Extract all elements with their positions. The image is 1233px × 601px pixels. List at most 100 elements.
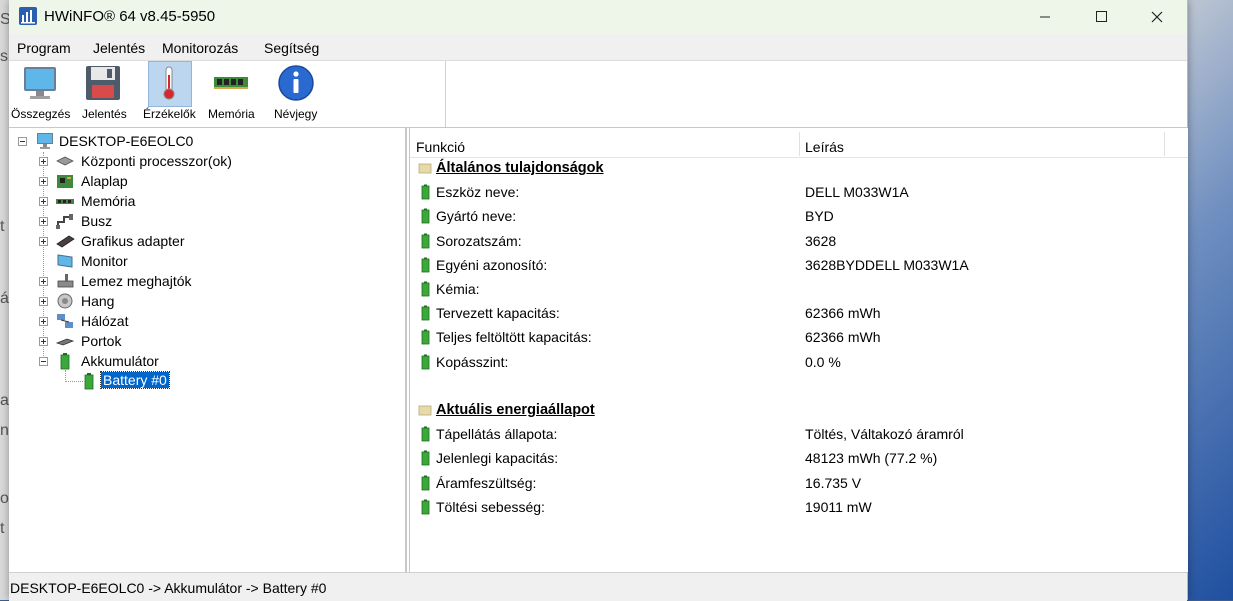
property-label: Egyéni azonosító: — [436, 256, 548, 273]
property-row[interactable]: Jelenlegi kapacitás: 48123 mWh (77.2 %) — [410, 446, 1188, 470]
device-tree: DESKTOP-E6EOLC0 Központi processzor(ok) … — [9, 128, 407, 572]
menu-monitoring[interactable]: Monitorozás — [162, 40, 238, 56]
property-row[interactable]: Töltési sebesség: 19011 mW — [410, 495, 1188, 519]
tree-expand-toggle[interactable] — [39, 217, 48, 226]
property-row[interactable]: Teljes feltöltött kapacitás: 62366 mWh — [410, 325, 1188, 349]
tree-item-label: Memória — [81, 193, 136, 209]
graphics-card-icon — [56, 235, 75, 248]
property-value: 48123 mWh (77.2 %) — [805, 450, 938, 467]
column-header-function[interactable]: Funkció — [416, 139, 465, 155]
property-label: Töltési sebesség: — [436, 498, 545, 515]
tree-collapse-toggle[interactable] — [18, 137, 27, 146]
property-row[interactable]: Tápellátás állapota: Töltés, Váltakozó ár… — [410, 422, 1188, 446]
title-bar[interactable]: HWiNFO® 64 v8.45-5950 — [9, 0, 1187, 34]
menu-bar: Program Jelentés Monitorozás Segítség — [9, 34, 1187, 61]
property-label: Áramfeszültség: — [436, 474, 537, 491]
tree-root-label: DESKTOP-E6EOLC0 — [59, 133, 194, 149]
tree-expand-toggle[interactable] — [39, 337, 48, 346]
tree-item-ports[interactable]: Portok — [55, 331, 175, 351]
tree-expand-toggle[interactable] — [39, 237, 48, 246]
details-list: Funkció Leírás Általános tulajdonságok Es… — [409, 128, 1188, 572]
tree-item-label: Központi processzor(ok) — [81, 153, 232, 169]
background-text-fragment: s — [0, 48, 8, 65]
column-separator[interactable] — [799, 132, 800, 156]
property-row[interactable]: Eszköz neve: DELL M033W1A — [410, 180, 1188, 204]
hwinfo-window: HWiNFO® 64 v8.45-5950 Program Jelentés M… — [9, 0, 1188, 601]
report-label: Jelentés — [82, 107, 127, 121]
floppy-disk-icon — [86, 66, 120, 100]
property-row[interactable]: Sorozatszám: 3628 — [410, 229, 1188, 253]
property-value: 19011 mW — [805, 498, 872, 515]
minimize-button[interactable] — [1017, 0, 1073, 34]
property-label: Tápellátás állapota: — [436, 426, 558, 443]
property-row[interactable]: Tervezett kapacitás: 62366 mWh — [410, 301, 1188, 325]
property-value: 3628BYDDELL M033W1A — [805, 256, 969, 273]
sensors-button[interactable]: Érzékelők — [141, 61, 197, 125]
property-row[interactable]: Kémia: — [410, 277, 1188, 301]
property-row[interactable]: Kopásszint: 0.0 % — [410, 350, 1188, 374]
battery-icon — [421, 329, 430, 345]
property-label: Jelenlegi kapacitás: — [436, 450, 559, 467]
computer-icon — [37, 133, 53, 149]
battery-icon — [421, 475, 430, 490]
tree-item-motherboard[interactable]: Alaplap — [55, 171, 175, 191]
column-separator[interactable] — [1164, 132, 1165, 156]
summary-button[interactable]: Összegzés — [9, 61, 71, 125]
background-text-fragment: n — [0, 422, 9, 439]
tree-expand-toggle[interactable] — [39, 297, 48, 306]
tree-item-disks[interactable]: Lemez meghajtók — [55, 271, 235, 291]
property-label: Eszköz neve: — [436, 184, 520, 201]
tree-item-cpu[interactable]: Központi processzor(ok) — [55, 151, 275, 171]
tree-item-label: Akkumulátor — [81, 353, 159, 369]
property-label: Gyártó neve: — [436, 208, 517, 225]
column-header-description[interactable]: Leírás — [805, 139, 844, 155]
tree-item-battery-0[interactable]: Battery #0 — [79, 371, 189, 391]
battery-icon — [421, 208, 430, 224]
about-button[interactable]: Névjegy — [269, 61, 323, 125]
tree-item-network[interactable]: Hálózat — [55, 311, 175, 331]
tree-item-label: Busz — [81, 213, 113, 229]
status-path: DESKTOP-E6EOLC0 -> Akkumulátor -> Batter… — [10, 580, 327, 596]
network-icon — [57, 314, 73, 328]
property-value: 0.0 % — [805, 353, 841, 370]
tree-expand-toggle[interactable] — [39, 277, 48, 286]
report-button[interactable]: Jelentés — [79, 61, 129, 125]
tree-item-label: Alaplap — [81, 173, 128, 189]
battery-icon — [421, 281, 430, 297]
tree-expand-toggle[interactable] — [39, 157, 48, 166]
section-header-row[interactable]: Aktuális energiaállapot — [410, 398, 1188, 422]
property-row[interactable]: Egyéni azonosító: 3628BYDDELL M033W1A — [410, 253, 1188, 277]
section-header-icon — [418, 163, 432, 174]
tree-item-label: Hang — [81, 293, 115, 309]
property-row[interactable]: Gyártó neve: BYD — [410, 204, 1188, 228]
menu-report[interactable]: Jelentés — [93, 40, 145, 56]
tree-item-graphics[interactable]: Grafikus adapter — [55, 231, 235, 251]
bus-icon — [56, 214, 73, 229]
tree-item-bus[interactable]: Busz — [55, 211, 175, 231]
property-value: DELL M033W1A — [805, 184, 909, 201]
close-button[interactable] — [1129, 0, 1185, 34]
tree-item-audio[interactable]: Hang — [55, 291, 175, 311]
tree-item-battery[interactable]: Akkumulátor — [55, 351, 215, 371]
tree-item-monitor[interactable]: Monitor — [55, 251, 175, 271]
tree-item-memory[interactable]: Memória — [55, 191, 175, 211]
maximize-button[interactable] — [1073, 0, 1129, 34]
tree-expand-toggle[interactable] — [39, 197, 48, 206]
property-value: 3628 — [805, 232, 837, 249]
tree-item-label: Grafikus adapter — [81, 233, 185, 249]
tree-collapse-toggle[interactable] — [39, 357, 48, 366]
tree-expand-toggle[interactable] — [39, 177, 48, 186]
memory-button[interactable]: Memória — [205, 61, 257, 125]
sensors-label: Érzékelők — [143, 107, 196, 121]
menu-help[interactable]: Segítség — [264, 40, 319, 56]
tree-item-root[interactable]: DESKTOP-E6EOLC0 — [33, 131, 233, 151]
section-title: Aktuális energiaállapot — [436, 402, 595, 418]
section-header-row[interactable]: Általános tulajdonságok — [410, 156, 1188, 180]
property-row[interactable]: Áramfeszültség: 16.735 V — [410, 471, 1188, 495]
battery-icon — [421, 354, 430, 369]
property-label: Kopásszint: — [436, 353, 509, 370]
tree-expand-toggle[interactable] — [39, 317, 48, 326]
summary-label: Összegzés — [11, 107, 71, 121]
memory-module-icon — [214, 77, 248, 89]
menu-program[interactable]: Program — [17, 40, 71, 56]
